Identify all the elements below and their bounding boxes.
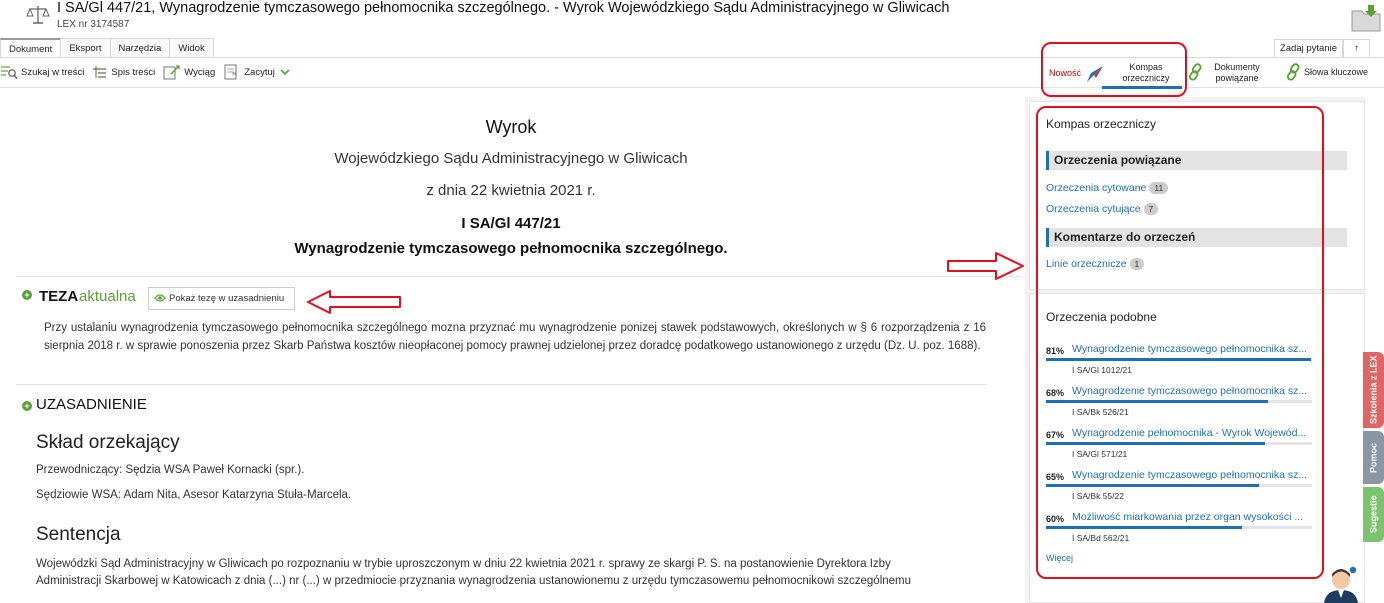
training-side-tab[interactable]: Szkolenia z LEX — [1363, 352, 1384, 428]
presiding-judge: Przewodniczący: Sędzia WSA Paweł Kornack… — [36, 464, 305, 476]
sentencja-text-line: Administracji Skarbowej w Katowicach z d… — [36, 575, 912, 587]
tab-eksport[interactable]: Eksport — [60, 38, 111, 58]
keywords-tab[interactable]: Słowa kluczowe — [1304, 67, 1368, 77]
related-documents-tab[interactable]: Dokumenty powiązane — [1206, 62, 1268, 84]
panel-composition-heading: Skład orzekający — [36, 432, 180, 453]
annotation-highlight-box — [1041, 42, 1187, 97]
extract-icon — [163, 65, 180, 80]
expand-icon[interactable]: + — [22, 401, 32, 411]
assistant-avatar-icon[interactable] — [1318, 562, 1364, 603]
cite-label: Zacytuj — [244, 66, 275, 78]
divider — [16, 276, 1021, 277]
judges: Sędziowie WSA: Adam Nita, Asesor Katarzy… — [36, 489, 352, 501]
ask-question-button[interactable]: Zadaj pytanie — [1274, 39, 1343, 58]
sentencja-text-line: Wojewódzki Sąd Administracyjny w Gliwica… — [36, 558, 891, 570]
suggestions-side-tab[interactable]: Sugestie — [1363, 487, 1384, 542]
uzasadnienie-heading: UZASADNIENIE — [36, 396, 147, 413]
document-title: I SA/Gl 447/21, Wynagrodzenie tymczasowe… — [57, 0, 950, 16]
tab-dokument[interactable]: Dokument — [0, 38, 62, 58]
search-in-content-label: Szukaj w treści — [21, 66, 85, 78]
tab-narzedzia[interactable]: Narzędzia — [109, 38, 171, 58]
document-tabs: Dokument Eksport Narzędzia Widok — [0, 38, 214, 58]
sentencja-heading: Sentencja — [36, 524, 121, 545]
table-of-contents-button[interactable]: Spis treści — [92, 64, 155, 80]
scale-icon — [26, 6, 50, 24]
list-icon — [93, 66, 107, 78]
cite-button[interactable]: " Zacytuj — [223, 64, 294, 80]
teza-status: aktualna — [79, 288, 136, 305]
eye-icon — [154, 294, 166, 302]
expand-icon[interactable]: + — [22, 290, 32, 300]
related-documents-label-line1: Dokumenty — [1214, 62, 1260, 72]
link-icon — [1286, 63, 1300, 81]
svg-text:": " — [232, 71, 236, 80]
teza-heading: TEZA — [39, 288, 79, 305]
case-signature: I SA/Gl 447/21 — [461, 215, 561, 232]
document-toolbar: Szukaj w treści Spis treści Wyciąg " Zac… — [0, 60, 302, 84]
annotation-arrow-right — [947, 252, 1024, 280]
related-documents-label-line2: powiązane — [1215, 73, 1259, 83]
annotation-highlight-box — [1036, 106, 1324, 579]
court-name: Wojewódzkiego Sądu Administracyjnego w G… — [334, 150, 688, 167]
lex-number: LEX nr 3174587 — [57, 19, 130, 30]
link-icon — [1188, 63, 1202, 81]
scroll-up-button[interactable]: ↑ — [1343, 39, 1370, 58]
show-teza-button[interactable]: Pokaż tezę w uzasadnieniu — [148, 287, 295, 310]
divider — [16, 384, 986, 385]
chevron-down-icon[interactable] — [279, 67, 291, 77]
document-header: I SA/Gl 447/21, Wynagrodzenie tymczasowe… — [0, 0, 1384, 38]
case-subject: Wynagrodzenie tymczasowego pełnomocnika … — [294, 240, 728, 257]
table-of-contents-label: Spis treści — [111, 66, 156, 78]
annotation-arrow-left — [307, 290, 401, 314]
search-in-content-button[interactable]: Szukaj w treści — [0, 64, 84, 80]
extract-button[interactable]: Wyciąg — [163, 64, 215, 80]
folder-icon[interactable] — [1350, 3, 1382, 33]
judgment-date: z dnia 22 kwietnia 2021 r. — [426, 182, 596, 199]
search-icon — [1, 66, 18, 79]
tab-widok[interactable]: Widok — [169, 38, 214, 58]
extract-label: Wyciąg — [184, 66, 216, 78]
help-side-tab[interactable]: Pomoc — [1363, 431, 1384, 484]
teza-text: Przy ustalaniu wynagrodzenia tymczasoweg… — [44, 322, 986, 352]
quote-icon: " — [224, 64, 237, 80]
judgment-heading: Wyrok — [485, 117, 537, 137]
